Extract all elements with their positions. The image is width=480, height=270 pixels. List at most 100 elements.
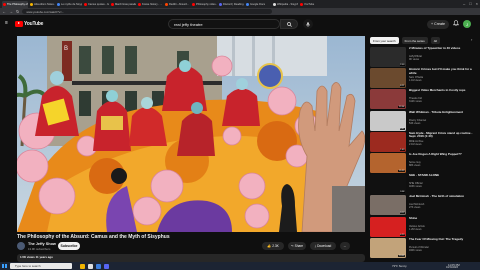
recommended-video-title[interactable]: Sam Hyde - Migrant Crisis stand up routi… [409,131,475,139]
chrome-icon[interactable] [88,263,93,269]
recommended-video-title[interactable]: Shine [409,216,475,221]
discord-icon[interactable] [104,263,109,269]
recommended-video-meta: MDE Archive 2.1M views [409,139,424,146]
video-thumbnail[interactable]: 10:02 [370,237,406,258]
recommended-video[interactable]: 3:58 SHE - STAND ALONE SHE Official 403K v… [370,174,478,195]
browser-tab[interactable]: YouTube [299,1,325,8]
recommended-video-title[interactable]: 2 Minutes of Typewriter in 40 videos [409,46,475,51]
browser-tab[interactable]: Reddit - Absurd... [164,1,190,8]
create-button[interactable]: + Create [427,19,449,29]
video-thumbnail[interactable]: 3:58 [370,174,406,195]
video-thumbnail[interactable]: 9:12 [370,195,406,216]
filter-chip[interactable]: From the series [401,37,428,44]
tab-favicon-icon [138,2,141,6]
taskbar-search-input[interactable]: Type here to search [10,263,72,269]
browser-tab[interactable]: Krewe history - ... [137,1,163,8]
tab-favicon-icon [3,2,6,6]
like-button[interactable]: 👍 2.3K [262,242,284,250]
video-title: The Philosophy of the Absurd: Camus and … [17,234,170,240]
clock-date[interactable]: 10/31/2023 [446,266,458,269]
recommended-video[interactable]: 12:04 Biggest Video Merchants in Costly r… [370,89,478,110]
browser-tab[interactable]: Mardi Gras parade... [110,1,136,8]
menu-icon[interactable]: ≡ [5,21,11,26]
recommended-video-meta: Joel Mcintosh 27K views [409,203,425,210]
maximize-icon[interactable]: □ [469,1,471,6]
edge-icon[interactable] [96,263,101,269]
filter-chip[interactable]: All [430,37,440,44]
back-icon[interactable]: ← [2,9,6,14]
video-thumbnail[interactable]: 2:00 [370,47,406,67]
windows-start-icon[interactable] [2,263,7,269]
recommended-video[interactable]: 6:47 Walt Whitman - Tribute Enlightenment… [370,110,478,131]
notifications-bell-icon[interactable] [452,20,460,28]
share-button[interactable]: ↪ Share [288,242,306,250]
browser-tab[interactable]: The Philosophy of t... [2,0,28,8]
close-icon[interactable]: × [476,1,478,6]
video-duration: 9:12 [399,212,405,215]
recommended-video[interactable]: 10:02 The Fear Of Missing Out: The Traged… [370,237,478,258]
address-bar[interactable]: www.youtube.com/watch?v=... [22,9,273,14]
browser-tab[interactable]: Discord | Reading... [218,1,244,8]
recommended-video-title[interactable]: SHE - STAND ALONE [409,174,475,178]
recommended-video-title[interactable]: Joel Mcintosh - The birth of simulation [409,195,475,199]
video-duration: 4:20 [399,233,405,236]
recommended-video[interactable]: 15:33 Is Joe Rogan A Right Wing Puppet?? S… [370,152,478,173]
tab-favicon-icon [273,2,276,6]
recommended-video-title[interactable]: Biggest Video Merchants in Costly reps [409,89,475,93]
more-actions-button[interactable]: ... [340,242,350,250]
video-description[interactable]: 1.5K views 11 years ago [17,254,365,262]
recommended-video[interactable]: 1:40 Sam Hyde - Migrant Crisis stand up r… [370,131,478,152]
tab-favicon-icon [192,2,195,6]
voice-search-button[interactable] [303,19,313,29]
filter-chips: From your search From the series All [370,37,440,44]
tab-label: Philosophy video... [196,2,217,6]
minimize-icon[interactable]: – [463,1,465,6]
recommended-video-title[interactable]: The Fear Of Missing Out: The Tragedy [409,237,475,242]
browser-tab[interactable]: Absurdism Notes - Th... [29,1,55,8]
logo-text: YouTube [24,21,44,27]
forward-icon[interactable]: → [9,9,13,14]
youtube-logo[interactable]: YouTube [15,21,43,27]
chevron-right-icon[interactable]: › [471,37,472,42]
tab-label: Mardi Gras parade... [115,2,136,6]
recommended-video-title[interactable]: Walt Whitman - Tribute Enlightenment [409,110,475,115]
recommended-video[interactable]: 8:21 Historic Crimes but it'll make you t… [370,67,478,89]
video-thumbnail[interactable]: 8:21 [370,68,406,89]
channel-name[interactable]: The Jeffy Show [28,242,56,246]
channel-avatar[interactable] [17,241,25,250]
search-button[interactable] [280,19,298,29]
account-avatar[interactable]: J [463,20,471,28]
browser-tab[interactable]: Le mythe de Sisyphe... [56,1,82,8]
recommended-video-meta: JeffyOfficial 9K views [409,55,422,61]
browser-tab[interactable]: Philosophy video... [191,1,217,8]
video-duration: 6:47 [399,127,405,130]
video-thumbnail[interactable]: 1:40 [370,131,406,152]
create-label: Create [434,22,445,26]
video-thumbnail[interactable]: 15:33 [370,153,406,173]
video-thumbnail[interactable]: 4:20 [370,216,406,237]
browser-tab[interactable]: Google Docs [245,1,271,8]
search-input[interactable]: real jeffy theatre [168,19,280,29]
video-thumbnail[interactable]: 12:04 [370,89,406,110]
recommended-video[interactable]: 2:00 2 Minutes of Typewriter in 40 videos… [370,46,478,67]
recommended-video-title[interactable]: Historic Crimes but it'll make you think… [409,67,475,75]
reload-icon[interactable]: ↻ [16,9,19,14]
recommended-video[interactable]: 4:20 Shine Various Artists 1.2M views [370,216,478,237]
tab-favicon-icon [246,2,249,6]
video-thumbnail[interactable]: 6:47 [370,110,406,131]
like-count: 2.3K [272,244,279,248]
recommended-video-title[interactable]: Is Joe Rogan A Right Wing Puppet?? [409,152,475,157]
tab-favicon-icon [219,2,222,6]
download-icon: ⤓ [314,244,317,248]
video-duration: 10:02 [398,254,405,257]
filter-chip[interactable]: From your search [370,37,399,44]
video-player[interactable]: B [17,36,365,232]
subscribe-button[interactable]: Subscribe [58,242,80,250]
browser-tab[interactable]: Wikipedia - Sisyph... [272,1,298,8]
weather-widget[interactable]: 73°F Sunny [392,264,407,268]
recommended-video[interactable]: 9:12 Joel Mcintosh - The birth of simulat… [370,195,478,216]
browser-tab[interactable]: Camus quotes - Go... [83,1,109,8]
download-button[interactable]: ⤓ Download [310,242,336,250]
file-explorer-icon[interactable] [80,263,85,269]
share-label: Share [294,244,304,248]
